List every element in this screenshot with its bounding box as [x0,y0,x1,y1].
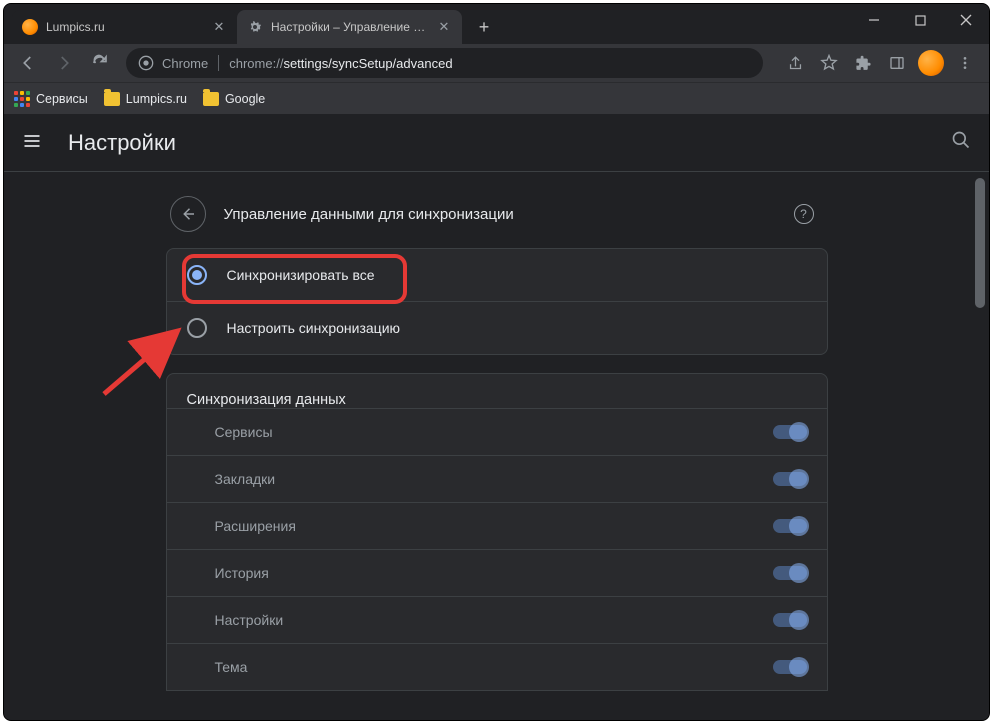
sidepanel-button[interactable] [881,47,913,79]
settings-header: Настройки [4,114,989,172]
toggle-switch[interactable] [773,566,807,580]
chrome-chip: Chrome [138,55,208,71]
sync-data-card: Синхронизация данных Сервисы Закладки Ра… [166,373,828,691]
close-icon[interactable]: ✕ [211,19,227,35]
toggle-switch[interactable] [773,613,807,627]
radio-icon [187,265,207,285]
titlebar: Lumpics.ru ✕ Настройки – Управление данн… [4,4,989,44]
url-text: chrome://settings/syncSetup/advanced [229,56,452,71]
back-button[interactable] [170,196,206,232]
share-button[interactable] [779,47,811,79]
favicon-lumpics [22,19,38,35]
forward-button[interactable] [48,47,80,79]
bookmarks-bar: Сервисы Lumpics.ru Google [4,82,989,114]
folder-icon [203,92,219,106]
sync-mode-card: Синхронизировать все Настроить синхрониз… [166,248,828,355]
bookmark-label: Сервисы [36,92,88,106]
bookmark-label: Google [225,92,265,106]
scrollbar-thumb[interactable] [975,178,985,308]
content-area: Управление данными для синхронизации ? С… [4,172,989,720]
toggle-services[interactable]: Сервисы [167,408,827,455]
settings-title: Настройки [68,130,176,156]
toggle-label: Тема [215,659,248,675]
gear-icon [247,19,263,35]
close-icon[interactable]: ✕ [436,19,452,35]
tab-title: Настройки – Управление данны [271,20,430,34]
folder-icon [104,92,120,106]
radio-icon [187,318,207,338]
toggle-label: История [215,565,269,581]
chrome-icon [138,55,154,71]
radio-custom-sync[interactable]: Настроить синхронизацию [167,301,827,354]
browser-window: Lumpics.ru ✕ Настройки – Управление данн… [3,3,990,721]
toggle-switch[interactable] [773,519,807,533]
toggle-extensions[interactable]: Расширения [167,502,827,549]
toolbar: Chrome chrome://settings/syncSetup/advan… [4,44,989,82]
toggle-label: Закладки [215,471,276,487]
separator [218,55,219,71]
toggle-label: Сервисы [215,424,273,440]
help-icon[interactable]: ? [794,204,814,224]
toggle-settings[interactable]: Настройки [167,596,827,643]
toggle-switch[interactable] [773,660,807,674]
bookmark-label: Lumpics.ru [126,92,187,106]
bookmark-button[interactable] [813,47,845,79]
toggle-switch[interactable] [773,472,807,486]
toggle-theme[interactable]: Тема [167,643,827,690]
minimize-button[interactable] [851,4,897,36]
menu-button[interactable] [949,47,981,79]
search-button[interactable] [951,130,971,155]
back-button[interactable] [12,47,44,79]
section-title: Синхронизация данных [167,374,827,408]
bookmark-folder-google[interactable]: Google [203,92,265,106]
window-controls [851,4,989,36]
panel-header: Управление данными для синхронизации ? [166,196,828,248]
extensions-button[interactable] [847,47,879,79]
apps-icon [14,91,30,107]
maximize-button[interactable] [897,4,943,36]
profile-button[interactable] [915,47,947,79]
bookmark-folder-lumpics[interactable]: Lumpics.ru [104,92,187,106]
settings-panel: Управление данными для синхронизации ? С… [166,196,828,691]
panel-title: Управление данными для синхронизации [224,206,514,223]
tab-lumpics[interactable]: Lumpics.ru ✕ [12,10,237,44]
radio-label: Синхронизировать все [227,267,375,283]
toggle-label: Настройки [215,612,284,628]
bookmark-apps[interactable]: Сервисы [14,91,88,107]
address-bar[interactable]: Chrome chrome://settings/syncSetup/advan… [126,48,763,78]
toggle-history[interactable]: История [167,549,827,596]
tab-settings[interactable]: Настройки – Управление данны ✕ [237,10,462,44]
menu-icon[interactable] [22,131,46,155]
toggle-switch[interactable] [773,425,807,439]
tab-title: Lumpics.ru [46,20,205,34]
toggle-label: Расширения [215,518,296,534]
radio-label: Настроить синхронизацию [227,320,401,336]
chrome-label: Chrome [162,56,208,71]
close-window-button[interactable] [943,4,989,36]
toggle-bookmarks[interactable]: Закладки [167,455,827,502]
new-tab-button[interactable]: + [470,13,498,41]
avatar [918,50,944,76]
radio-sync-all[interactable]: Синхронизировать все [167,249,827,301]
scrollbar-track[interactable] [973,172,987,720]
reload-button[interactable] [84,47,116,79]
